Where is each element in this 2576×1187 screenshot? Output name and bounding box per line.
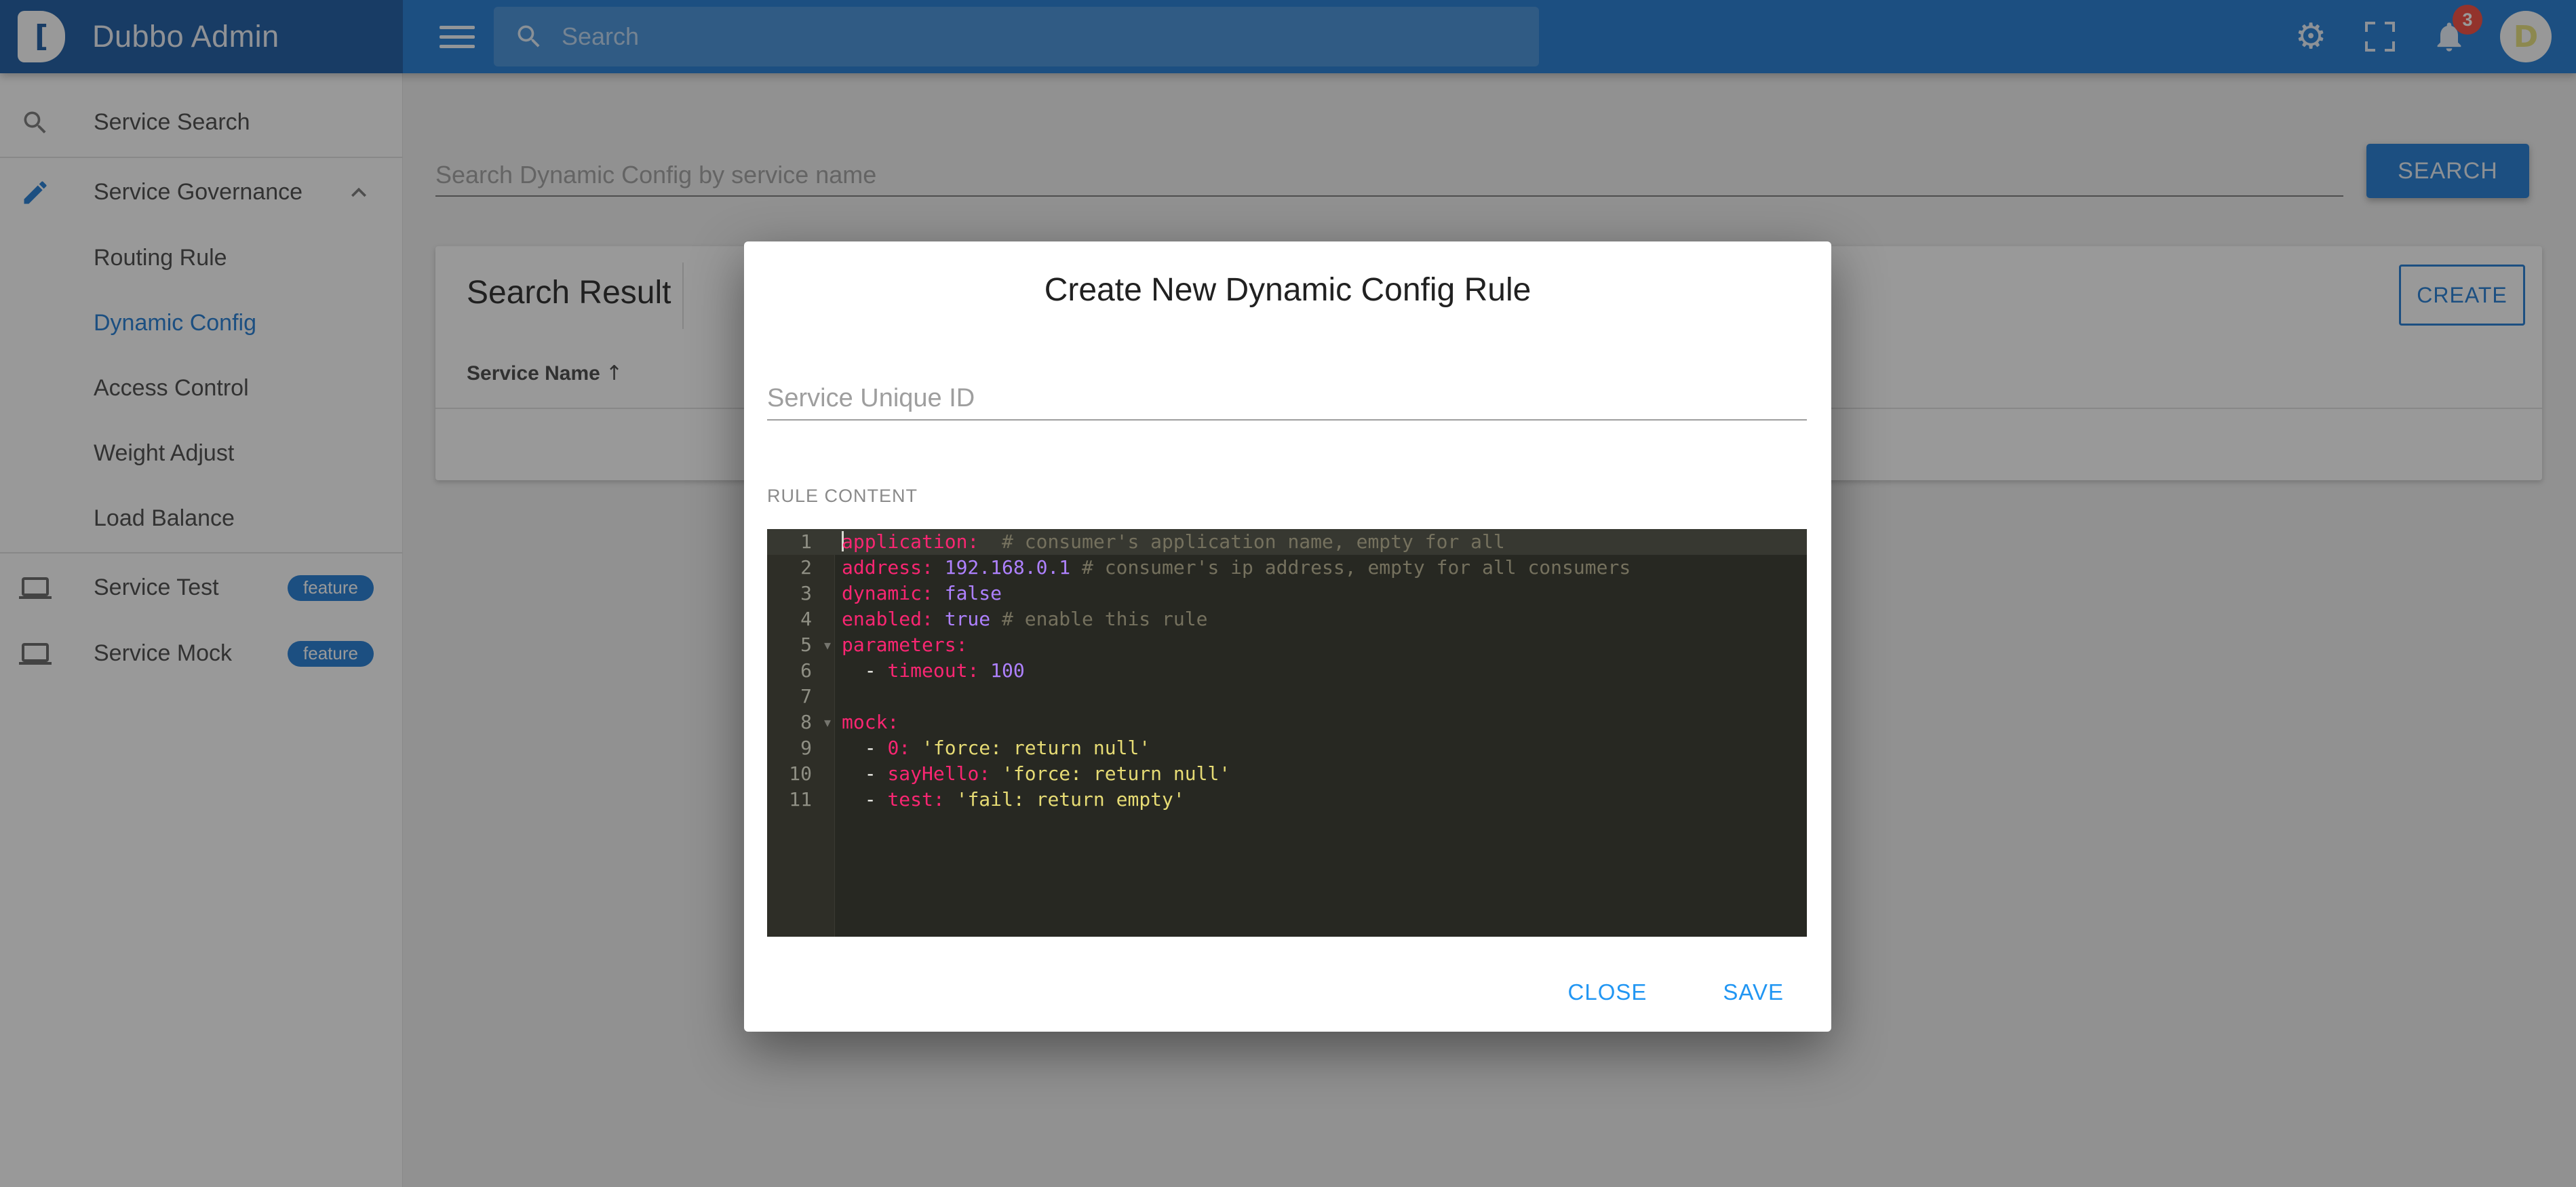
line-number: 3	[767, 581, 835, 606]
code-text: address: 192.168.0.1 # consumer's ip add…	[835, 555, 1631, 581]
code-text: enabled: true # enable this rule	[835, 606, 1207, 632]
line-number: 2	[767, 555, 835, 581]
editor-line[interactable]: 8▾mock:	[767, 709, 1807, 735]
line-number: 6	[767, 658, 835, 684]
save-button[interactable]: SAVE	[1716, 979, 1791, 1005]
editor-line[interactable]: 9 - 0: 'force: return null'	[767, 735, 1807, 761]
editor-lines: 1application: # consumer's application n…	[767, 529, 1807, 813]
code-text: - test: 'fail: return empty'	[835, 787, 1185, 813]
editor-line[interactable]: 2address: 192.168.0.1 # consumer's ip ad…	[767, 555, 1807, 581]
editor-line[interactable]: 1application: # consumer's application n…	[767, 529, 1807, 555]
line-number: 7	[767, 684, 835, 709]
code-text: - 0: 'force: return null'	[835, 735, 1150, 761]
create-rule-dialog: Create New Dynamic Config Rule RULE CONT…	[744, 241, 1831, 1032]
line-number: 11	[767, 787, 835, 813]
editor-line[interactable]: 6 - timeout: 100	[767, 658, 1807, 684]
editor-line[interactable]: 4enabled: true # enable this rule	[767, 606, 1807, 632]
rule-content-label: RULE CONTENT	[767, 486, 918, 507]
code-text: application: # consumer's application na…	[835, 529, 1505, 555]
line-number: 8▾	[767, 709, 835, 735]
code-text: - sayHello: 'force: return null'	[835, 761, 1230, 787]
editor-line[interactable]: 7	[767, 684, 1807, 709]
line-number: 1	[767, 529, 835, 555]
line-number: 9	[767, 735, 835, 761]
code-text: - timeout: 100	[835, 658, 1025, 684]
fold-arrow-icon[interactable]: ▾	[824, 709, 831, 735]
dialog-actions: CLOSE SAVE	[1561, 965, 1791, 1019]
dubbo-admin-screen: [ Dubbo Admin ⚙ 3 D Service Searc	[0, 0, 2576, 1187]
editor-line[interactable]: 11 - test: 'fail: return empty'	[767, 787, 1807, 813]
fold-arrow-icon[interactable]: ▾	[824, 632, 831, 658]
close-button[interactable]: CLOSE	[1561, 979, 1654, 1005]
rule-content-editor[interactable]: 1application: # consumer's application n…	[767, 529, 1807, 937]
editor-line[interactable]: 10 - sayHello: 'force: return null'	[767, 761, 1807, 787]
line-number: 10	[767, 761, 835, 787]
service-unique-id-field[interactable]	[767, 377, 1807, 421]
code-text: dynamic: false	[835, 581, 1002, 606]
editor-line[interactable]: 3dynamic: false	[767, 581, 1807, 606]
code-text: parameters:	[835, 632, 967, 658]
line-number: 5▾	[767, 632, 835, 658]
service-unique-id-input[interactable]	[767, 377, 1807, 419]
code-text	[835, 684, 842, 709]
dialog-title: Create New Dynamic Config Rule	[744, 271, 1831, 309]
code-text: mock:	[835, 709, 899, 735]
editor-line[interactable]: 5▾parameters:	[767, 632, 1807, 658]
line-number: 4	[767, 606, 835, 632]
